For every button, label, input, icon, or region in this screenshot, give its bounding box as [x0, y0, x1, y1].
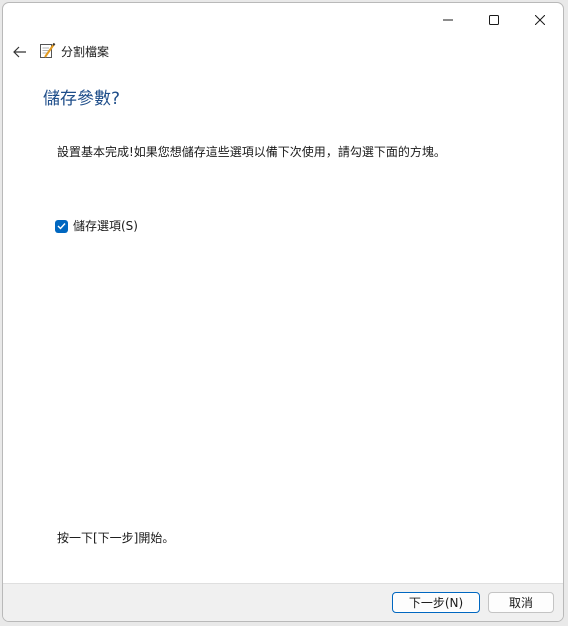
button-bar: 下一步(N) 取消 — [3, 583, 563, 621]
back-button[interactable] — [9, 41, 31, 63]
maximize-icon — [489, 15, 499, 25]
close-button[interactable] — [517, 3, 563, 37]
save-options-checkbox[interactable] — [55, 219, 68, 233]
caption-buttons — [425, 3, 563, 37]
notepad-pen-icon — [40, 42, 56, 58]
checkmark-icon — [57, 223, 66, 230]
next-button[interactable]: 下一步(N) — [392, 592, 480, 613]
page-description: 設置基本完成!如果您想儲存這些選項以備下次使用，請勾選下面的方塊。 — [57, 145, 446, 159]
page-heading: 儲存參數? — [43, 89, 121, 109]
close-icon — [535, 15, 545, 25]
back-arrow-icon — [13, 46, 26, 58]
instruction-hint: 按一下[下一步]開始。 — [57, 531, 175, 545]
app-title: 分割檔案 — [61, 45, 110, 59]
maximize-button[interactable] — [471, 3, 517, 37]
save-options-checkbox-row[interactable]: 儲存選項(S) — [55, 217, 138, 235]
cancel-button[interactable]: 取消 — [488, 592, 554, 613]
wizard-window: 分割檔案 儲存參數? 設置基本完成!如果您想儲存這些選項以備下次使用，請勾選下面… — [2, 2, 564, 622]
minimize-button[interactable] — [425, 3, 471, 37]
minimize-icon — [443, 19, 453, 21]
save-options-label[interactable]: 儲存選項(S) — [73, 218, 138, 234]
title-bar: 分割檔案 — [3, 37, 563, 67]
